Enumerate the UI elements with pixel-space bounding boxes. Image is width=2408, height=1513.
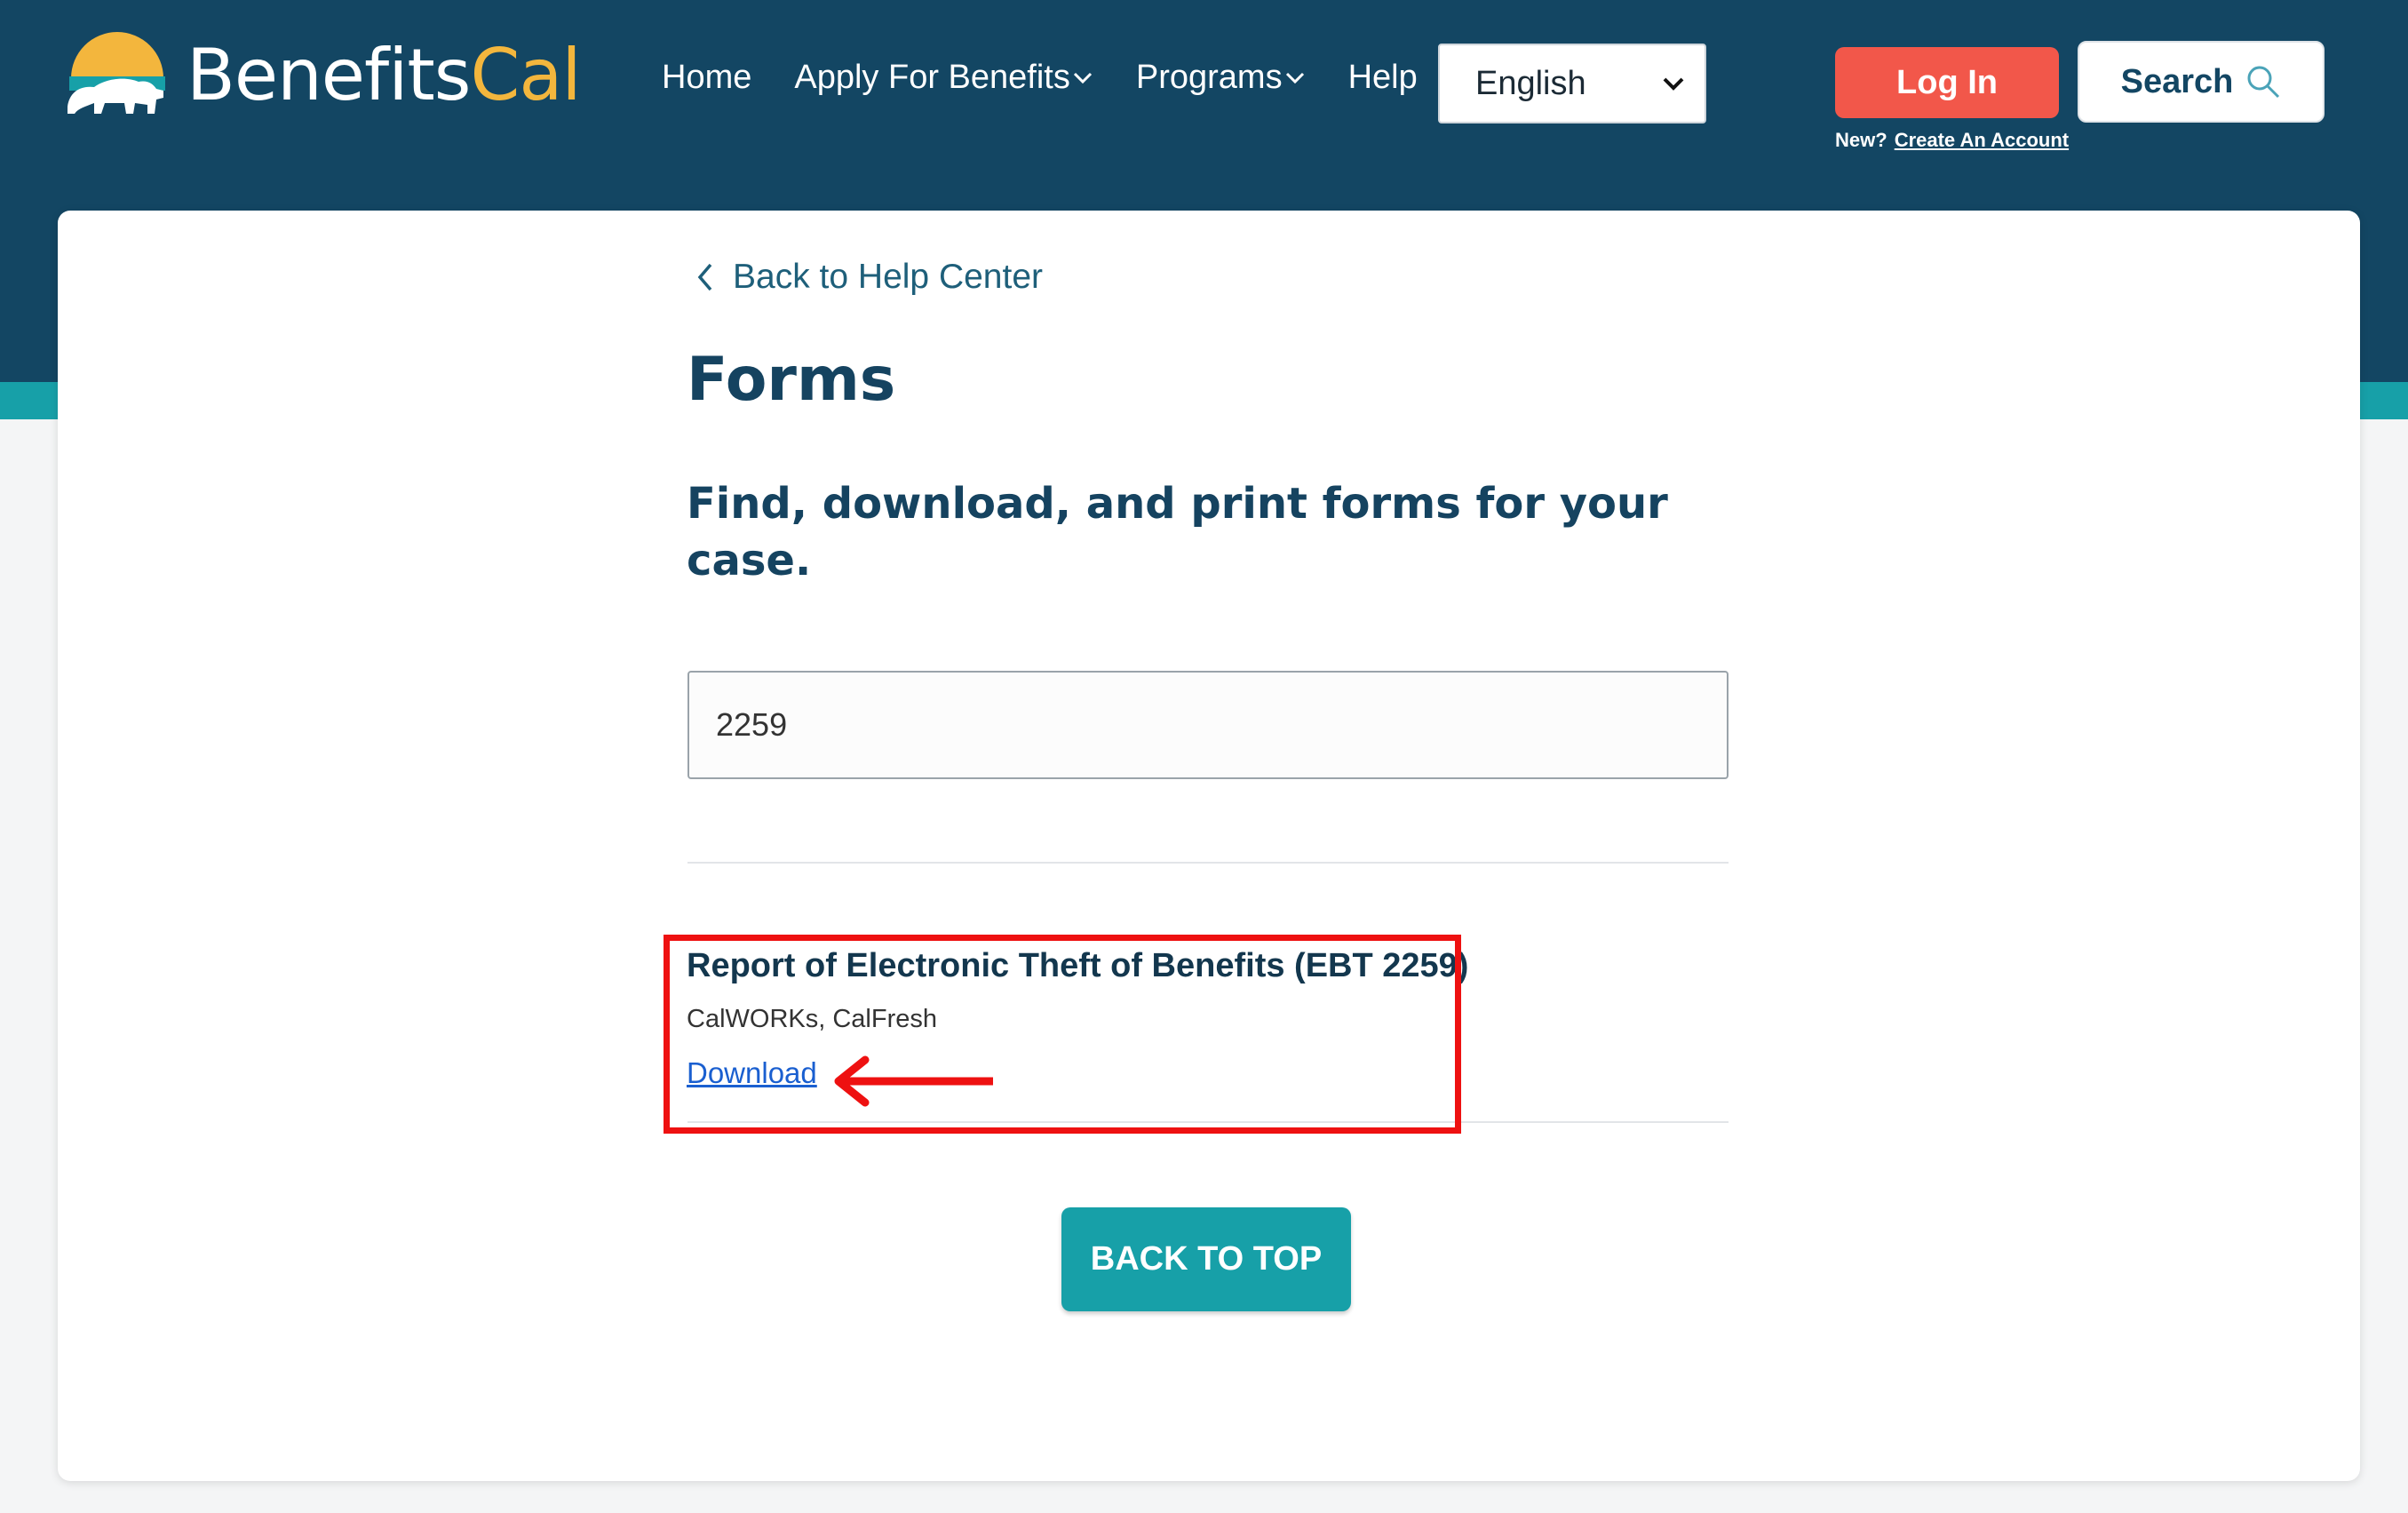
chevron-down-icon [1663,77,1684,91]
language-selected-value: English [1475,64,1586,102]
nav-programs[interactable]: Programs [1136,59,1306,97]
chevron-down-icon [1073,72,1092,84]
main-nav: Home Apply For Benefits Programs Help [662,59,1460,97]
page-title: Forms [687,345,896,415]
search-label: Search [2120,62,2234,100]
bear-sun-logo-icon [68,32,165,114]
nav-home[interactable]: Home [662,59,751,97]
new-text: New? [1835,129,1887,151]
back-link-label: Back to Help Center [733,258,1044,296]
language-select[interactable]: English [1438,44,1706,123]
nav-apply-for-benefits[interactable]: Apply For Benefits [794,59,1093,97]
logo-text: BenefitsCal [187,33,582,116]
annotation-highlight-box [664,935,1461,1134]
annotation-arrow-icon [834,1055,993,1107]
forms-search-input[interactable] [687,671,1729,779]
create-account-link[interactable]: Create An Account [1895,129,2069,151]
nav-help[interactable]: Help [1348,59,1418,97]
new-account-prompt: New? Create An Account [1835,129,2069,152]
search-icon [2247,66,2280,99]
page-subtitle: Find, download, and print forms for your… [687,479,1668,585]
back-to-top-button[interactable]: BACK TO TOP [1061,1207,1351,1311]
chevron-left-icon [697,263,712,291]
back-to-top-label: BACK TO TOP [1090,1240,1323,1278]
search-button[interactable]: Search [2078,41,2325,123]
benefitscal-logo[interactable]: BenefitsCal [64,21,582,128]
chevron-down-icon [1285,72,1304,84]
back-to-help-center-link[interactable]: Back to Help Center [697,258,1043,297]
divider [687,862,1729,864]
login-button[interactable]: Log In [1835,47,2059,118]
login-label: Log In [1896,63,1998,101]
